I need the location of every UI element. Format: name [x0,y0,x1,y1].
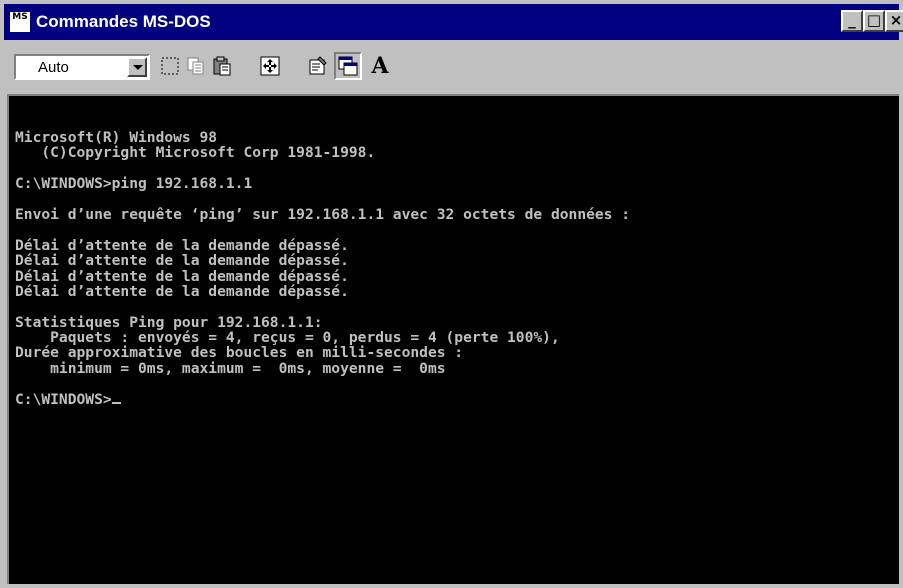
text-cursor [111,401,121,404]
mark-icon [161,57,179,75]
chevron-down-icon[interactable] [127,57,147,77]
ms-dos-window: MS Commandes MS-DOS _ □ × Auto A Microso… [0,0,903,588]
console-line: Microsoft(R) Windows 98 [15,129,218,146]
full-screen-button[interactable] [256,52,284,80]
console-line: minimum = 0ms, maximum = 0ms, moyenne = … [15,359,446,377]
font-size-select[interactable]: Auto [14,54,150,80]
console-line: (C)Copyright Microsoft Corp 1981-1998. [15,144,376,162]
copy-button[interactable] [182,52,210,80]
title-bar[interactable]: MS Commandes MS-DOS _ □ × [4,4,903,40]
console-lines: Microsoft(R) Windows 98 (C)Copyright Mic… [15,130,630,407]
console-prompt: C:\WINDOWS> [15,390,112,408]
console-line: Délai d’attente de la demande dépassé. [15,267,349,285]
background-button[interactable] [334,52,362,80]
properties-icon [309,56,327,75]
font-size-value: Auto [38,59,69,76]
full-screen-icon [260,56,280,76]
toolbar: Auto A [4,42,899,92]
minimize-button[interactable]: _ [841,10,863,32]
properties-button[interactable] [304,52,332,80]
console-line: Paquets : envoyés = 4, reçus = 0, perdus… [15,329,560,347]
mark-button[interactable] [156,52,184,80]
ms-dos-icon[interactable]: MS [10,12,30,32]
window-title: Commandes MS-DOS [36,12,211,31]
background-icon [338,56,358,76]
console-line: Statistiques Ping pour 192.168.1.1: [15,313,323,331]
paste-icon [213,56,231,76]
console-line: Délai d’attente de la demande dépassé. [15,282,349,300]
minimize-icon: _ [848,11,856,29]
console-prompt-line[interactable]: C:\WINDOWS> [15,390,630,408]
maximize-button[interactable]: □ [863,10,885,32]
console-line: Envoi d’une requête ‘ping’ sur 192.168.1… [15,205,631,223]
console-output[interactable]: Microsoft(R) Windows 98 (C)Copyright Mic… [7,94,899,584]
console-line: Délai d’attente de la demande dépassé. [15,252,349,270]
console-line: Durée approximative des boucles en milli… [15,344,464,362]
close-icon: × [889,11,903,29]
close-button[interactable]: × [885,10,903,32]
console-line: Délai d’attente de la demande dépassé. [15,236,349,254]
font-icon: A [371,53,389,79]
console-line: C:\WINDOWS>ping 192.168.1.1 [15,175,253,193]
copy-icon [187,57,204,75]
paste-button[interactable] [208,52,236,80]
font-button[interactable]: A [366,52,394,80]
maximize-icon: □ [866,11,882,29]
